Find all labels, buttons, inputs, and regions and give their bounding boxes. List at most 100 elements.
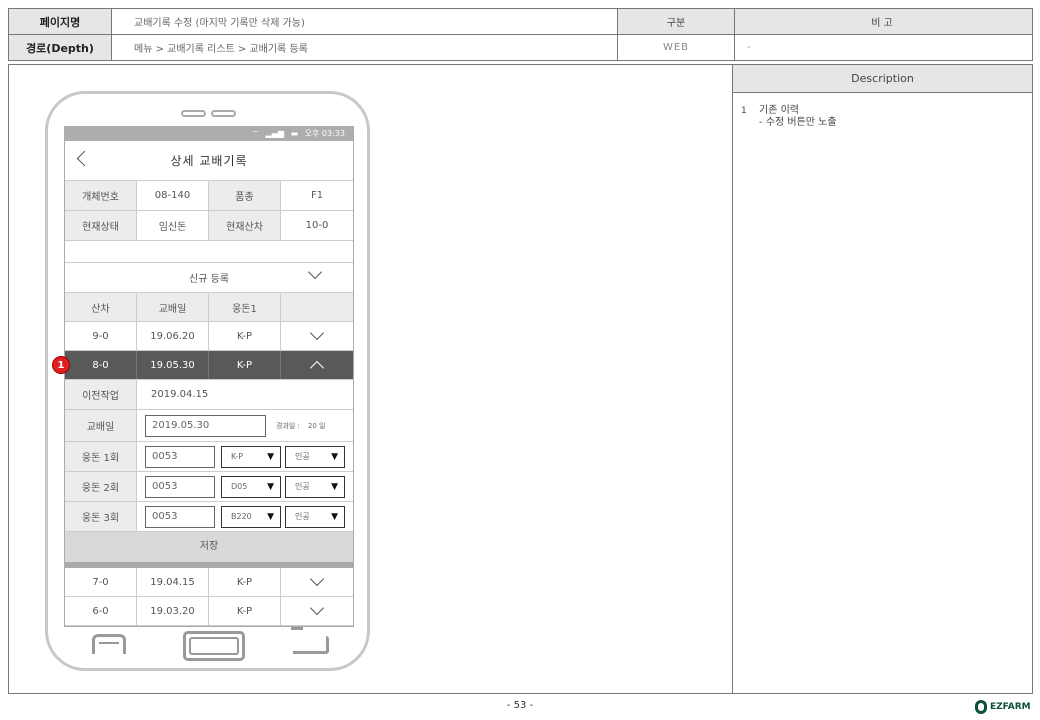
- mating-date-input[interactable]: 2019.05.30: [145, 414, 266, 437]
- dropdown-triangle-icon: ▼: [267, 451, 274, 462]
- save-button[interactable]: 저장: [65, 532, 353, 568]
- column-header-date: 교배일: [137, 293, 209, 321]
- note-value: -: [734, 34, 1033, 61]
- row-boar: K-P: [209, 351, 281, 379]
- kind-label: 구분: [617, 8, 735, 35]
- new-entry-label: 신규 등록: [189, 274, 229, 285]
- info-value: 임신돈: [137, 211, 209, 240]
- dropdown-triangle-icon: ▼: [267, 511, 274, 522]
- table-row-selected[interactable]: 8-0 19.05.30 K-P: [65, 351, 353, 380]
- status-bar: ⌔ ▂▄▆ ▬ 오후 03:33: [65, 127, 353, 141]
- info-label: 현재산차: [209, 211, 281, 240]
- info-value: F1: [310, 190, 324, 201]
- boar-method-value: 인공: [295, 452, 310, 461]
- battery-icon: ▬: [290, 129, 299, 138]
- info-row: 현재상태 임신돈 현재산차 10-0: [65, 211, 353, 241]
- dropdown-triangle-icon: ▼: [331, 481, 338, 492]
- table-row[interactable]: 6-0 19.03.20 K-P: [65, 597, 353, 626]
- chevron-down-icon[interactable]: [281, 322, 353, 350]
- boar-label: 웅돈 3회: [65, 502, 137, 531]
- boar-code-input[interactable]: 0053: [145, 475, 215, 498]
- table-row[interactable]: 7-0 19.04.15 K-P: [65, 568, 353, 597]
- mating-date-label: 교배일: [65, 410, 137, 441]
- column-header-parity: 산차: [65, 293, 137, 321]
- wifi-icon: ⌔: [251, 129, 259, 138]
- description-title: Description: [733, 65, 1032, 93]
- boar-row: 웅돈 2회 0053 D05 ▼ 인공 ▼: [65, 472, 353, 502]
- spacer: [65, 241, 353, 263]
- page-name-value: 교배기록 수정 (마지막 기록만 삭제 가능): [111, 8, 618, 35]
- boar-row: 웅돈 1회 0053 K-P ▼ 인공 ▼: [65, 442, 353, 472]
- row-parity: 8-0: [65, 351, 137, 379]
- depth-value: 메뉴 > 교배기록 리스트 > 교배기록 등록: [111, 34, 618, 61]
- boar-method-value: 인공: [295, 482, 310, 491]
- column-header-toggle: [281, 293, 353, 321]
- row-boar: K-P: [209, 597, 281, 625]
- row-parity: 7-0: [65, 568, 137, 596]
- prev-work-value: 2019.04.15: [151, 389, 209, 400]
- info-label: 품종: [209, 181, 281, 210]
- prev-work-label: 이전작업: [65, 380, 137, 409]
- speaker-icon: [181, 110, 206, 117]
- elapsed-value: 20 일: [307, 421, 326, 430]
- page-number: - 53 -: [506, 700, 534, 711]
- elapsed-label: 경과일 :: [276, 421, 300, 430]
- column-header-boar: 웅돈1: [209, 293, 281, 321]
- description-item-number: 1: [741, 106, 747, 116]
- boar-breed-value: K-P: [231, 452, 244, 461]
- screen-title: 상세 교배기록: [170, 154, 248, 168]
- new-entry-toggle[interactable]: 신규 등록: [65, 263, 353, 293]
- logo-text: EZFARM: [990, 702, 1031, 712]
- boar-method-value: 인공: [295, 512, 310, 521]
- row-parity: 9-0: [65, 322, 137, 350]
- info-row: 개체번호 08-140 품종 F1: [65, 181, 353, 211]
- boar-breed-value: B220: [231, 512, 252, 521]
- boar-code-input[interactable]: 0053: [145, 505, 215, 528]
- boar-method-select[interactable]: 인공 ▼: [285, 505, 345, 528]
- speaker-icon: [211, 110, 236, 117]
- description-item-line2: - 수정 버튼만 노출: [759, 117, 837, 128]
- row-date: 19.04.15: [137, 568, 209, 596]
- phone-screen: ⌔ ▂▄▆ ▬ 오후 03:33 상세 교배기록 개체번호 08-140 품종 …: [64, 126, 354, 627]
- annotation-badge: 1: [52, 356, 70, 374]
- description-item-line1: 기존 이력: [759, 105, 799, 116]
- dropdown-triangle-icon: ▼: [331, 511, 338, 522]
- chevron-down-icon[interactable]: [307, 264, 323, 280]
- back-button-icon[interactable]: [291, 627, 329, 654]
- boar-breed-select[interactable]: K-P ▼: [221, 445, 281, 468]
- list-header-row: 산차 교배일 웅돈1: [65, 293, 353, 322]
- row-boar: K-P: [209, 322, 281, 350]
- boar-row: 웅돈 3회 0053 B220 ▼ 인공 ▼: [65, 502, 353, 532]
- row-date: 19.05.30: [137, 351, 209, 379]
- page-name-label: 페이지명: [8, 8, 112, 35]
- signal-icon: ▂▄▆: [265, 129, 285, 138]
- mating-date-row: 교배일 2019.05.30 경과일 : 20 일: [65, 410, 353, 442]
- prev-work-row: 이전작업 2019.04.15: [65, 380, 353, 410]
- kind-value: WEB: [617, 34, 735, 61]
- info-value: 10-0: [305, 220, 329, 231]
- phone-frame: ⌔ ▂▄▆ ▬ 오후 03:33 상세 교배기록 개체번호 08-140 품종 …: [45, 91, 370, 671]
- chevron-up-icon[interactable]: [281, 351, 353, 379]
- note-label: 비고: [734, 8, 1033, 35]
- boar-breed-select[interactable]: D05 ▼: [221, 475, 281, 498]
- info-label: 현재상태: [65, 211, 137, 240]
- row-boar: K-P: [209, 568, 281, 596]
- row-date: 19.06.20: [137, 322, 209, 350]
- app-header: 상세 교배기록: [65, 141, 353, 181]
- chevron-down-icon[interactable]: [281, 597, 353, 625]
- depth-label: 경로(Depth): [8, 34, 112, 61]
- boar-method-select[interactable]: 인공 ▼: [285, 475, 345, 498]
- boar-method-select[interactable]: 인공 ▼: [285, 445, 345, 468]
- chevron-down-icon[interactable]: [281, 568, 353, 596]
- home-button-icon[interactable]: [183, 631, 245, 661]
- spec-header-table: 페이지명 교배기록 수정 (마지막 기록만 삭제 가능) 구분 비고 경로(De…: [8, 8, 1033, 61]
- menu-icon[interactable]: [92, 634, 126, 654]
- boar-breed-value: D05: [231, 482, 248, 491]
- table-row[interactable]: 9-0 19.06.20 K-P: [65, 322, 353, 351]
- boar-code-input[interactable]: 0053: [145, 445, 215, 468]
- row-date: 19.03.20: [137, 597, 209, 625]
- dropdown-triangle-icon: ▼: [267, 481, 274, 492]
- boar-label: 웅돈 2회: [65, 472, 137, 501]
- dropdown-triangle-icon: ▼: [331, 451, 338, 462]
- boar-breed-select[interactable]: B220 ▼: [221, 505, 281, 528]
